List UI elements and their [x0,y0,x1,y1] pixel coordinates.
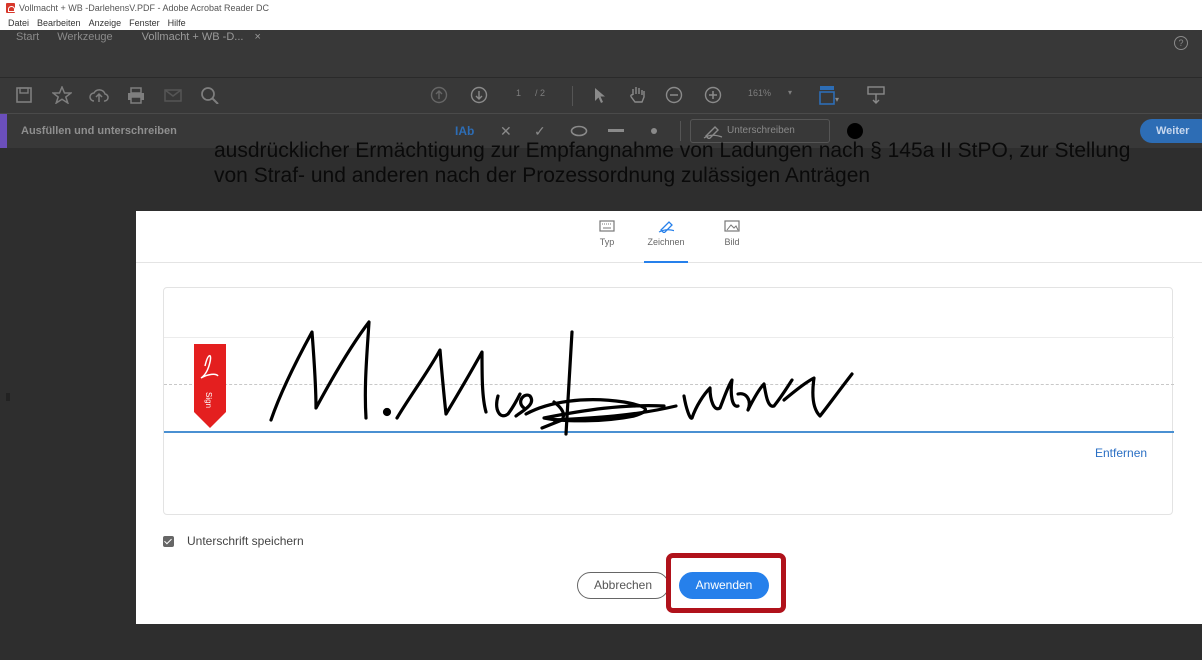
sign-here-marker-icon: Sign [194,344,226,428]
signature-dialog: Typ Zeichnen Bild Sign Entfernen Untersc… [136,211,1202,624]
tab-image-label: Bild [724,237,740,247]
pen-sign-icon [703,126,723,139]
zoom-dropdown-icon[interactable]: ▾ [788,88,792,97]
tab-start[interactable]: Start [0,30,48,45]
menu-anzeige[interactable]: Anzeige [89,18,122,28]
acrobat-window: Vollmacht + WB -DarlehensV.PDF - Adobe A… [0,0,1202,660]
cross-mark-tool-icon[interactable]: ✕ [500,123,512,139]
tab-draw-label: Zeichnen [647,237,685,247]
pdf-icon [6,3,15,13]
mail-icon[interactable] [163,86,183,104]
page-down-icon[interactable] [470,86,488,104]
tab-document-label: Vollmacht + WB -D... [141,31,244,43]
hand-tool-icon[interactable] [627,85,647,105]
tool-accent [0,114,7,149]
sign-button-label: Unterschreiben [727,125,795,136]
fit-page-icon[interactable]: ▾ [818,84,840,106]
tab-draw[interactable]: Zeichnen [644,219,688,263]
next-button[interactable]: Weiter [1140,119,1202,143]
dot-tool-icon[interactable] [650,127,658,135]
title-bar: Vollmacht + WB -DarlehensV.PDF - Adobe A… [0,0,1202,16]
panel-handle[interactable] [6,393,10,401]
apply-button[interactable]: Anwenden [679,572,769,599]
sign-marker-label: Sign [204,392,213,408]
save-signature-label: Unterschrift speichern [187,534,304,548]
toolbar-divider [680,121,681,141]
circle-tool-icon[interactable] [570,125,588,137]
bookmark-star-icon[interactable] [52,86,72,104]
select-cursor-icon[interactable] [592,86,608,104]
menu-bar: Datei Bearbeiten Anzeige Fenster Hilfe [0,16,1202,30]
save-signature-checkbox[interactable]: Unterschrift speichern [163,534,304,548]
fill-sign-title: Ausfüllen und unterschreiben [21,125,177,137]
remove-signature-link[interactable]: Entfernen [1095,446,1147,460]
tab-document[interactable]: Vollmacht + WB -D... × [122,30,270,45]
zoom-out-icon[interactable] [665,86,683,104]
menu-hilfe[interactable]: Hilfe [168,18,186,28]
window-title: Vollmacht + WB -DarlehensV.PDF - Adobe A… [19,3,270,13]
main-toolbar: 1 / 2 161% ▾ ▾ [0,77,1202,113]
menu-datei[interactable]: Datei [8,18,29,28]
line-tool-icon[interactable] [608,129,624,133]
signature-drawing: Sign [194,320,854,436]
tab-bar: Start Werkzeuge Vollmacht + WB -D... × ? [0,30,1202,77]
image-icon [724,220,740,232]
tab-type-label: Typ [599,237,615,247]
page-total: / 2 [535,88,546,98]
add-text-tool[interactable]: IAb [455,123,474,139]
cancel-button[interactable]: Abbrechen [577,572,669,599]
svg-text:▾: ▾ [835,95,839,104]
toolbar-divider [572,86,573,106]
zoom-level[interactable]: 161% [748,88,771,98]
tab-tools[interactable]: Werkzeuge [48,30,121,45]
zoom-in-icon[interactable] [704,86,722,104]
help-icon[interactable]: ? [1174,36,1188,50]
signature-draw-area[interactable]: Sign Entfernen [163,287,1174,515]
signature-mode-tabs: Typ Zeichnen Bild [136,211,1202,263]
check-mark-tool-icon[interactable]: ✓ [534,123,546,139]
read-mode-icon[interactable] [865,84,887,106]
page-number-input[interactable]: 1 [516,88,521,98]
tab-type[interactable]: Typ [585,219,629,247]
document-text-line: ausdrücklicher Ermächtigung zur Empfangn… [214,139,1131,162]
page-up-icon[interactable] [430,86,448,104]
print-icon[interactable] [126,86,146,104]
color-picker-icon[interactable] [847,123,863,139]
close-tab-icon[interactable]: × [255,31,261,43]
menu-bearbeiten[interactable]: Bearbeiten [37,18,81,28]
tab-image[interactable]: Bild [710,219,754,247]
document-text-line: von Straf- und anderen nach der Prozesso… [214,164,871,187]
document-area-bottom [0,624,1202,660]
keyboard-icon [599,220,615,232]
draw-pen-icon [658,221,674,233]
checkbox-checked-icon[interactable] [163,535,174,547]
upload-cloud-icon[interactable] [89,86,109,104]
save-icon[interactable] [15,86,33,104]
menu-fenster[interactable]: Fenster [129,18,160,28]
search-icon[interactable] [200,86,220,104]
